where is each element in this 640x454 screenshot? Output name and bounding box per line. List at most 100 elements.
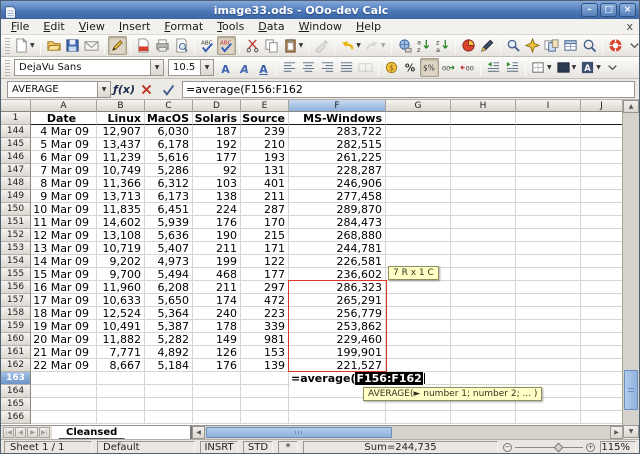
horizontal-scrollbar[interactable]: ◀ ▶ bbox=[192, 426, 623, 439]
cell-a150[interactable]: 10 Mar 09 bbox=[31, 203, 97, 216]
cell-j150[interactable] bbox=[581, 203, 622, 216]
cell-h163[interactable] bbox=[451, 372, 516, 385]
row-header-164[interactable]: 164 bbox=[1, 385, 31, 398]
row-header-155[interactable]: 155 bbox=[1, 268, 31, 281]
cell-g150[interactable] bbox=[386, 203, 451, 216]
cell-b161[interactable]: 7,771 bbox=[97, 346, 145, 359]
cell-b147[interactable]: 10,749 bbox=[97, 164, 145, 177]
scroll-left-icon[interactable]: ◀ bbox=[192, 426, 205, 439]
merge-cells-button[interactable] bbox=[356, 58, 375, 77]
cell-e164[interactable] bbox=[241, 385, 289, 398]
cell-h150[interactable] bbox=[451, 203, 516, 216]
cell-e154[interactable]: 122 bbox=[241, 255, 289, 268]
cell-j163[interactable] bbox=[581, 372, 622, 385]
zoom-slider-handle[interactable] bbox=[554, 443, 564, 453]
row-header-1[interactable]: 1 bbox=[1, 112, 31, 125]
navigator-button[interactable] bbox=[523, 36, 542, 55]
cell-b152[interactable]: 13,108 bbox=[97, 229, 145, 242]
cell-g160[interactable] bbox=[386, 333, 451, 346]
toolbar-overflow-button[interactable] bbox=[603, 58, 622, 77]
cell-c161[interactable]: 4,892 bbox=[145, 346, 193, 359]
cell-g162[interactable] bbox=[386, 359, 451, 372]
increase-indent-button[interactable] bbox=[503, 58, 522, 77]
toolbar-overflow-button[interactable] bbox=[625, 36, 640, 55]
cell-b155[interactable]: 9,700 bbox=[97, 268, 145, 281]
cell-f160[interactable]: 229,460 bbox=[289, 333, 386, 346]
cell-c155[interactable]: 5,494 bbox=[145, 268, 193, 281]
help-button[interactable] bbox=[606, 36, 625, 55]
cell-j1[interactable] bbox=[581, 112, 622, 125]
cell-b144[interactable]: 12,907 bbox=[97, 125, 145, 138]
row-header-156[interactable]: 156 bbox=[1, 281, 31, 294]
cell-e148[interactable]: 401 bbox=[241, 177, 289, 190]
cell-d151[interactable]: 176 bbox=[193, 216, 241, 229]
cell-g146[interactable] bbox=[386, 151, 451, 164]
cell-g156[interactable] bbox=[386, 281, 451, 294]
cell-i158[interactable] bbox=[516, 307, 581, 320]
cell-a159[interactable]: 19 Mar 09 bbox=[31, 320, 97, 333]
cell-g144[interactable] bbox=[386, 125, 451, 138]
align-right-button[interactable] bbox=[318, 58, 337, 77]
cell-i145[interactable] bbox=[516, 138, 581, 151]
cell-b145[interactable]: 13,437 bbox=[97, 138, 145, 151]
cell-e145[interactable]: 210 bbox=[241, 138, 289, 151]
cell-g166[interactable] bbox=[386, 411, 451, 424]
cell-e153[interactable]: 171 bbox=[241, 242, 289, 255]
cell-c149[interactable]: 6,173 bbox=[145, 190, 193, 203]
cell-d160[interactable]: 149 bbox=[193, 333, 241, 346]
minimize-button[interactable]: – bbox=[581, 3, 598, 17]
chevron-down-icon[interactable]: ▼ bbox=[572, 64, 577, 71]
reject-icon[interactable] bbox=[137, 81, 155, 98]
cell-c153[interactable]: 5,407 bbox=[145, 242, 193, 255]
italic-button[interactable]: A bbox=[235, 58, 254, 77]
open-button[interactable] bbox=[44, 36, 63, 55]
chevron-down-icon[interactable]: ▼ bbox=[547, 64, 552, 71]
cell-b159[interactable]: 10,491 bbox=[97, 320, 145, 333]
cell-f154[interactable]: 226,581 bbox=[289, 255, 386, 268]
chevron-down-icon[interactable]: ▼ bbox=[381, 42, 386, 49]
cell-h148[interactable] bbox=[451, 177, 516, 190]
cut-button[interactable] bbox=[243, 36, 262, 55]
cell-j159[interactable] bbox=[581, 320, 622, 333]
last-sheet-icon[interactable]: ▶| bbox=[39, 427, 50, 438]
cell-h151[interactable] bbox=[451, 216, 516, 229]
row-header-161[interactable]: 161 bbox=[1, 346, 31, 359]
cell-f145[interactable]: 282,515 bbox=[289, 138, 386, 151]
zoom-slider[interactable]: − + bbox=[503, 443, 595, 452]
cell-e149[interactable]: 211 bbox=[241, 190, 289, 203]
cell-e160[interactable]: 981 bbox=[241, 333, 289, 346]
cell-b146[interactable]: 11,239 bbox=[97, 151, 145, 164]
cell-c154[interactable]: 4,973 bbox=[145, 255, 193, 268]
cell-b158[interactable]: 12,524 bbox=[97, 307, 145, 320]
cell-g149[interactable] bbox=[386, 190, 451, 203]
cell-e159[interactable]: 339 bbox=[241, 320, 289, 333]
formula-input-line[interactable]: =average(F156:F162 bbox=[182, 81, 635, 98]
menu-insert[interactable]: Insert bbox=[112, 19, 158, 34]
cell-j145[interactable] bbox=[581, 138, 622, 151]
cell-a166[interactable] bbox=[31, 411, 97, 424]
cell-e156[interactable]: 297 bbox=[241, 281, 289, 294]
vertical-scrollbar-thumb[interactable] bbox=[624, 370, 638, 410]
edit-file-button[interactable] bbox=[108, 36, 127, 55]
previous-sheet-icon[interactable]: ◀ bbox=[15, 427, 26, 438]
cell-d157[interactable]: 174 bbox=[193, 294, 241, 307]
cell-d147[interactable]: 92 bbox=[193, 164, 241, 177]
cell-a148[interactable]: 8 Mar 09 bbox=[31, 177, 97, 190]
cell-j158[interactable] bbox=[581, 307, 622, 320]
cell-j147[interactable] bbox=[581, 164, 622, 177]
cell-d163[interactable] bbox=[193, 372, 241, 385]
sort-ascending-button[interactable]: az bbox=[414, 36, 433, 55]
cell-f161[interactable]: 199,901 bbox=[289, 346, 386, 359]
cell-h156[interactable] bbox=[451, 281, 516, 294]
cell-c145[interactable]: 6,178 bbox=[145, 138, 193, 151]
align-center-button[interactable] bbox=[299, 58, 318, 77]
add-decimal-button[interactable]: 00 bbox=[439, 58, 458, 77]
find-replace-button[interactable] bbox=[504, 36, 523, 55]
cell-b165[interactable] bbox=[97, 398, 145, 411]
row-header-149[interactable]: 149 bbox=[1, 190, 31, 203]
cell-e1[interactable]: Source bbox=[241, 112, 289, 125]
cell-e147[interactable]: 131 bbox=[241, 164, 289, 177]
cell-i156[interactable] bbox=[516, 281, 581, 294]
cell-i149[interactable] bbox=[516, 190, 581, 203]
undo-button[interactable]: ▼ bbox=[338, 36, 363, 55]
